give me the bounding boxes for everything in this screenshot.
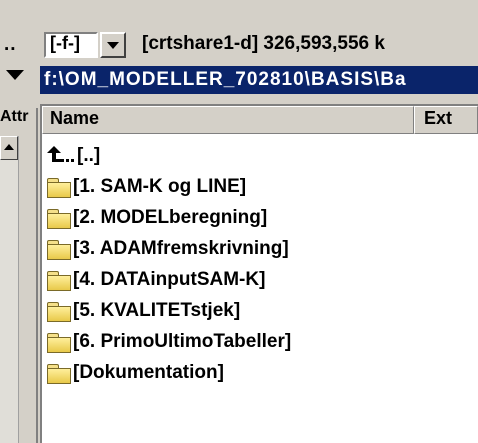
folder-icon [46,332,72,353]
file-row-parent-directory[interactable]: [..] [46,142,100,170]
drive-dropdown-arrow-icon[interactable] [100,32,126,58]
left-panel-attr-header[interactable]: Attr [0,108,38,132]
file-row-label: [6. PrimoUltimoTabeller] [73,331,292,352]
file-row-label: [2. MODELberegning] [73,207,268,228]
column-header-name-label: Name [50,108,100,128]
file-row-label: [3. ADAMfremskrivning] [73,238,289,259]
file-row-label: [1. SAM-K og LINE] [73,176,247,197]
folder-icon [46,270,72,291]
file-row-label: [Dokumentation] [73,362,224,383]
folder-icon [46,239,72,260]
folder-icon [46,208,72,229]
file-row[interactable]: [5. KVALITETstjek] [46,297,240,325]
left-panel-dropdown-arrow-icon[interactable] [6,70,24,80]
folder-icon [46,363,72,384]
drive-select-value[interactable]: [-f-] [50,33,80,54]
file-row-label: [5. KVALITETstjek] [73,300,241,321]
left-panel-scrollbar[interactable] [0,136,19,443]
scroll-up-arrow-icon[interactable] [0,136,18,160]
file-row[interactable]: [3. ADAMfremskrivning] [46,235,289,263]
file-row[interactable]: [1. SAM-K og LINE] [46,173,246,201]
current-path-text: f:\OM_MODELLER_702810\BASIS\Ba [44,69,407,90]
file-row-label: [4. DATAinputSAM-K] [73,269,266,290]
folder-icon [46,301,72,322]
folder-icon [46,177,72,198]
up-directory-icon [46,146,76,166]
file-row-label: [..] [77,145,101,166]
file-row[interactable]: [Dokumentation] [46,359,224,387]
left-panel-dots: .. [4,34,17,55]
file-row[interactable]: [2. MODELberegning] [46,204,267,232]
drive-share-info: [crtshare1-d] 326,593,556 k [142,33,385,54]
file-row[interactable]: [6. PrimoUltimoTabeller] [46,328,291,356]
file-row[interactable]: [4. DATAinputSAM-K] [46,266,265,294]
panel-divider [36,108,38,443]
column-header-ext-label: Ext [424,108,453,128]
